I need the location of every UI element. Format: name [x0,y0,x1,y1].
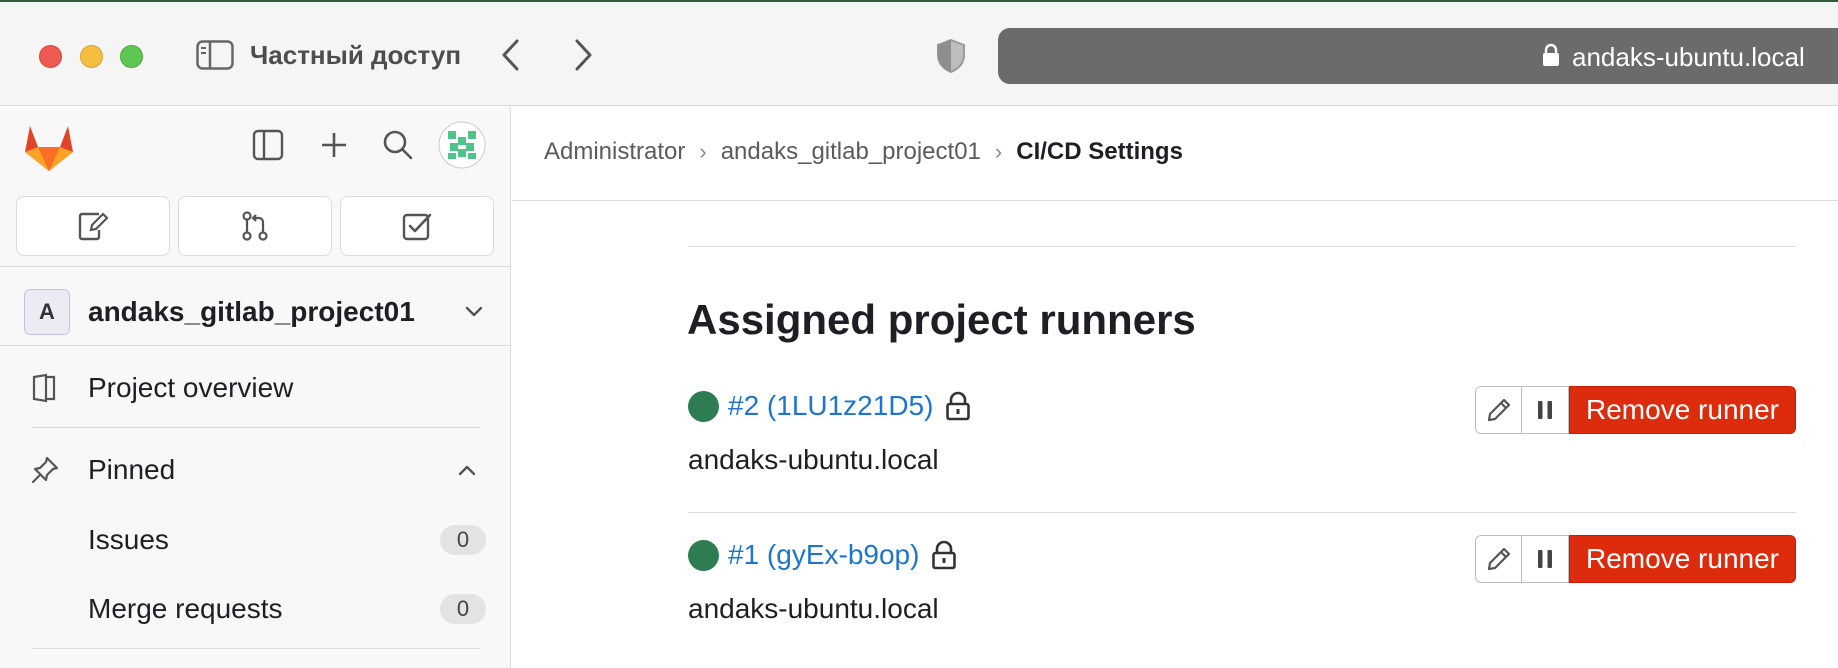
pencil-icon [1487,547,1510,571]
nav-label: Issues [88,524,169,555]
runner-link[interactable]: #1 (gyEx-b9op) [728,539,919,571]
project-icon [30,373,58,403]
back-icon[interactable] [498,38,524,72]
lock-icon [945,391,971,421]
header-divider [512,200,1838,201]
todo-list-button[interactable] [340,196,494,256]
section-divider [688,246,1796,247]
status-online-icon [688,539,719,571]
runner-host: andaks-ubuntu.local [688,444,939,475]
status-online-icon [688,390,719,422]
runner-actions: Remove runner [1475,386,1796,434]
create-new-icon[interactable] [318,129,350,161]
lock-icon [931,540,957,570]
project-name: andaks_gitlab_project01 [88,296,415,327]
window-close-button[interactable] [39,45,62,68]
toggle-sidebar-icon[interactable] [252,129,284,161]
pencil-icon [1487,398,1510,422]
breadcrumb: Administrator › andaks_gitlab_project01 … [544,138,1183,166]
merge-requests-button[interactable] [178,196,332,256]
breadcrumb-project[interactable]: andaks_gitlab_project01 [721,138,981,166]
nav-issues[interactable]: Issues 0 [0,512,511,568]
project-switcher[interactable]: A andaks_gitlab_project01 [24,283,484,341]
runner-actions: Remove runner [1475,535,1796,583]
section-title: Assigned project runners [687,296,1196,343]
sidebar-toggle-icon[interactable] [196,40,234,70]
url-text[interactable]: andaks-ubuntu.local [1572,42,1805,73]
runner-link[interactable]: #2 (1LU1z21D5) [728,390,933,422]
runner-host: andaks-ubuntu.local [688,593,939,624]
remove-runner-button[interactable]: Remove runner [1569,386,1796,434]
nav-divider [32,427,480,428]
chevron-up-icon [458,465,476,476]
todo-icon [402,213,432,241]
nav-project-overview[interactable]: Project overview [0,360,511,416]
browser-toolbar: Частный доступ andaks-ubuntu.local [0,0,1838,106]
runner-item: #2 (1LU1z21D5) andaks-ubuntu.local Remov… [688,386,1796,476]
chevron-right-icon: › [994,139,1003,164]
pause-icon [1538,401,1553,419]
count-badge: 0 [440,594,486,624]
remove-runner-button[interactable]: Remove runner [1569,535,1796,583]
nav-label: Merge requests [88,593,283,624]
runner-item: #1 (gyEx-b9op) andaks-ubuntu.local Remov… [688,535,1796,625]
project-avatar: A [24,289,70,335]
chevron-down-icon [465,306,483,317]
pause-icon [1538,550,1553,568]
count-badge: 0 [440,525,486,555]
sidebar: A andaks_gitlab_project01 Project overvi… [0,107,511,668]
merge-request-icon [242,211,268,241]
sidebar-divider [0,266,511,267]
sidebar-divider [0,345,511,346]
pause-runner-button[interactable] [1522,535,1570,583]
pin-icon [30,455,60,485]
chevron-right-icon: › [699,139,707,164]
issues-icon [78,212,109,241]
search-icon[interactable] [382,129,414,161]
lock-icon [1542,43,1560,67]
edit-runner-button[interactable] [1475,535,1523,583]
nav-divider [32,648,480,649]
avatar[interactable] [438,121,486,169]
pause-runner-button[interactable] [1522,386,1570,434]
window-zoom-button[interactable] [120,45,143,68]
private-browsing-label[interactable]: Частный доступ [250,40,461,71]
assigned-issues-button[interactable] [16,196,170,256]
privacy-shield-icon[interactable] [936,38,966,74]
nav-merge-requests[interactable]: Merge requests 0 [0,581,511,637]
breadcrumb-administrator[interactable]: Administrator [544,138,685,166]
breadcrumb-current[interactable]: CI/CD Settings [1016,138,1183,166]
window-minimize-button[interactable] [80,45,103,68]
nav-label: Pinned [88,454,176,485]
nav-pinned[interactable]: Pinned [0,442,511,498]
nav-label: Project overview [88,372,294,403]
forward-icon[interactable] [570,38,596,72]
gitlab-logo-icon[interactable] [22,121,76,173]
runner-divider [688,512,1796,513]
edit-runner-button[interactable] [1475,386,1523,434]
